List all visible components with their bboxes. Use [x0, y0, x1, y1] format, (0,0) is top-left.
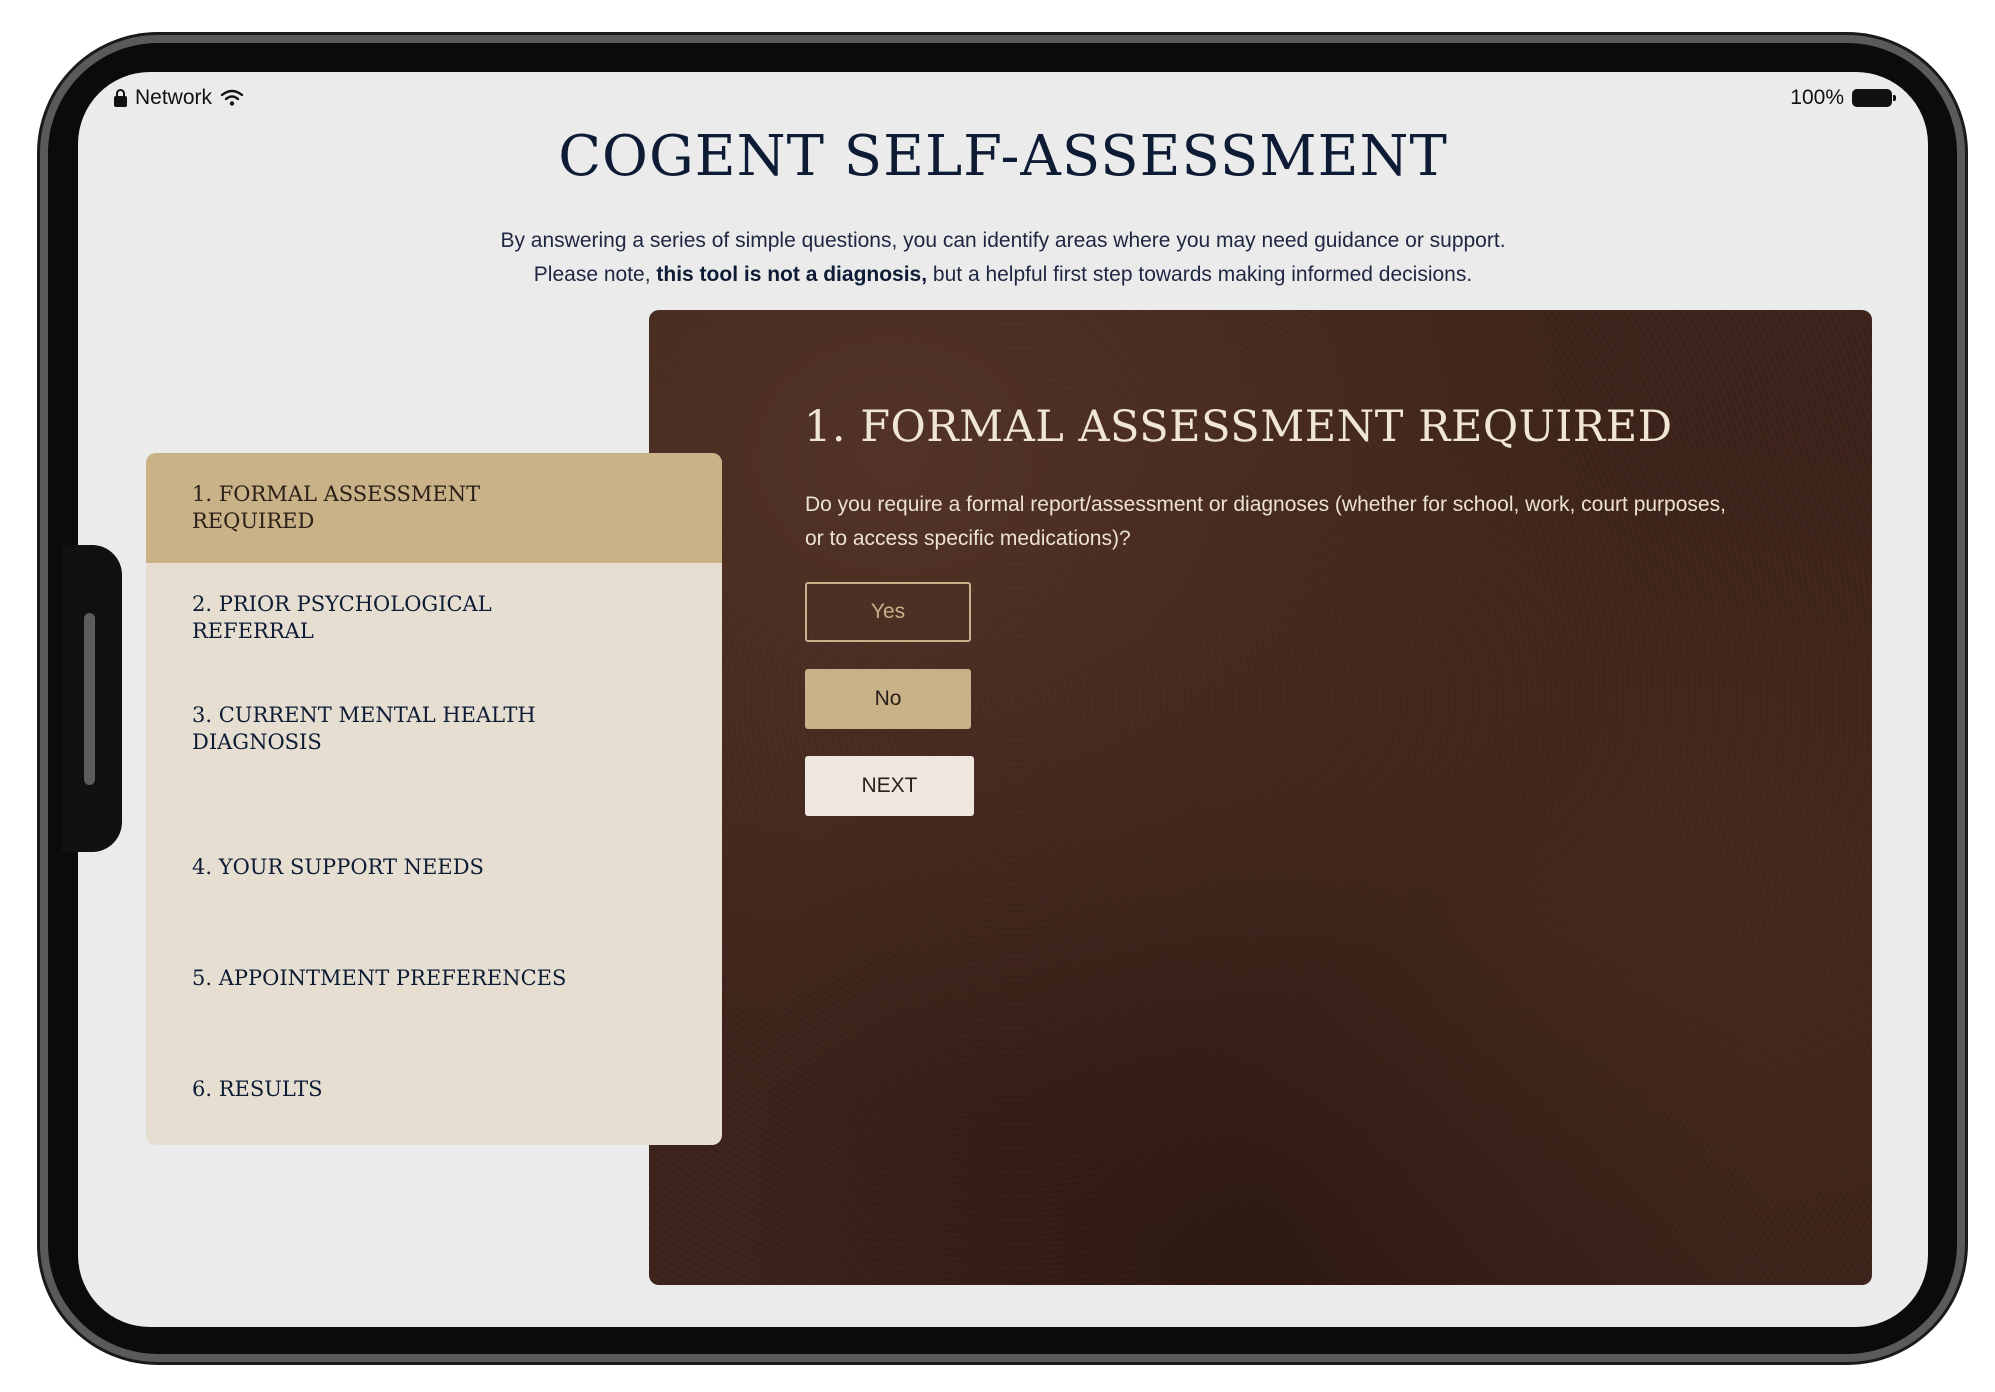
intro-line-2-suffix: but a helpful first step towards making …: [927, 263, 1473, 286]
status-bar-right: 100%: [1790, 86, 1896, 110]
intro-line-2: Please note, this tool is not a diagnosi…: [78, 258, 1928, 292]
step-label: 4. YOUR SUPPORT NEEDS: [192, 854, 484, 879]
intro-line-1: By answering a series of simple question…: [500, 229, 1506, 252]
step-label: 2. PRIOR PSYCHOLOGICAL REFERRAL: [192, 592, 492, 643]
wifi-icon: [220, 89, 244, 106]
step-item-support-needs[interactable]: 4. YOUR SUPPORT NEEDS: [146, 812, 722, 922]
intro-text: By answering a series of simple question…: [78, 224, 1928, 292]
step-label: 5. APPOINTMENT PREFERENCES: [192, 965, 567, 990]
battery-icon: [1852, 89, 1896, 107]
question-text: Do you require a formal report/assessmen…: [805, 493, 1726, 550]
intro-line-2-prefix: Please note,: [533, 263, 657, 286]
step-item-prior-referral[interactable]: 2. PRIOR PSYCHOLOGICAL REFERRAL: [146, 563, 722, 673]
screen: Network 100% COGENT SELF-ASSESSMENT By a…: [78, 72, 1928, 1327]
yes-button[interactable]: Yes: [805, 582, 971, 642]
steps-sidebar: 1. FORMAL ASSESSMENT REQUIRED 2. PRIOR P…: [146, 453, 722, 1145]
battery-percent: 100%: [1790, 86, 1844, 109]
network-label: Network: [135, 86, 213, 109]
question-panel: 1. FORMAL ASSESSMENT REQUIRED Do you req…: [649, 310, 1872, 1285]
question-heading: 1. FORMAL ASSESSMENT REQUIRED: [804, 402, 1673, 452]
connector-bar: [84, 613, 95, 785]
status-bar-left: Network: [114, 86, 244, 110]
step-item-results[interactable]: 6. RESULTS: [146, 1034, 722, 1144]
next-button[interactable]: NEXT: [805, 756, 974, 816]
status-bar: Network 100%: [114, 86, 1896, 114]
step-item-appointment-preferences[interactable]: 5. APPOINTMENT PREFERENCES: [146, 923, 722, 1033]
step-label: 1. FORMAL ASSESSMENT REQUIRED: [192, 482, 481, 533]
tablet-side-connector: [62, 545, 122, 852]
intro-disclaimer-bold: this tool is not a diagnosis,: [656, 263, 928, 286]
step-label: 6. RESULTS: [192, 1076, 323, 1101]
no-button[interactable]: No: [805, 669, 971, 729]
step-item-mental-health-diagnosis[interactable]: 3. CURRENT MENTAL HEALTH DIAGNOSIS: [146, 674, 722, 784]
step-item-formal-assessment[interactable]: 1. FORMAL ASSESSMENT REQUIRED: [146, 453, 722, 563]
page-title: COGENT SELF-ASSESSMENT: [558, 124, 1448, 189]
step-label: 3. CURRENT MENTAL HEALTH DIAGNOSIS: [192, 703, 536, 754]
lock-icon: [114, 89, 127, 107]
